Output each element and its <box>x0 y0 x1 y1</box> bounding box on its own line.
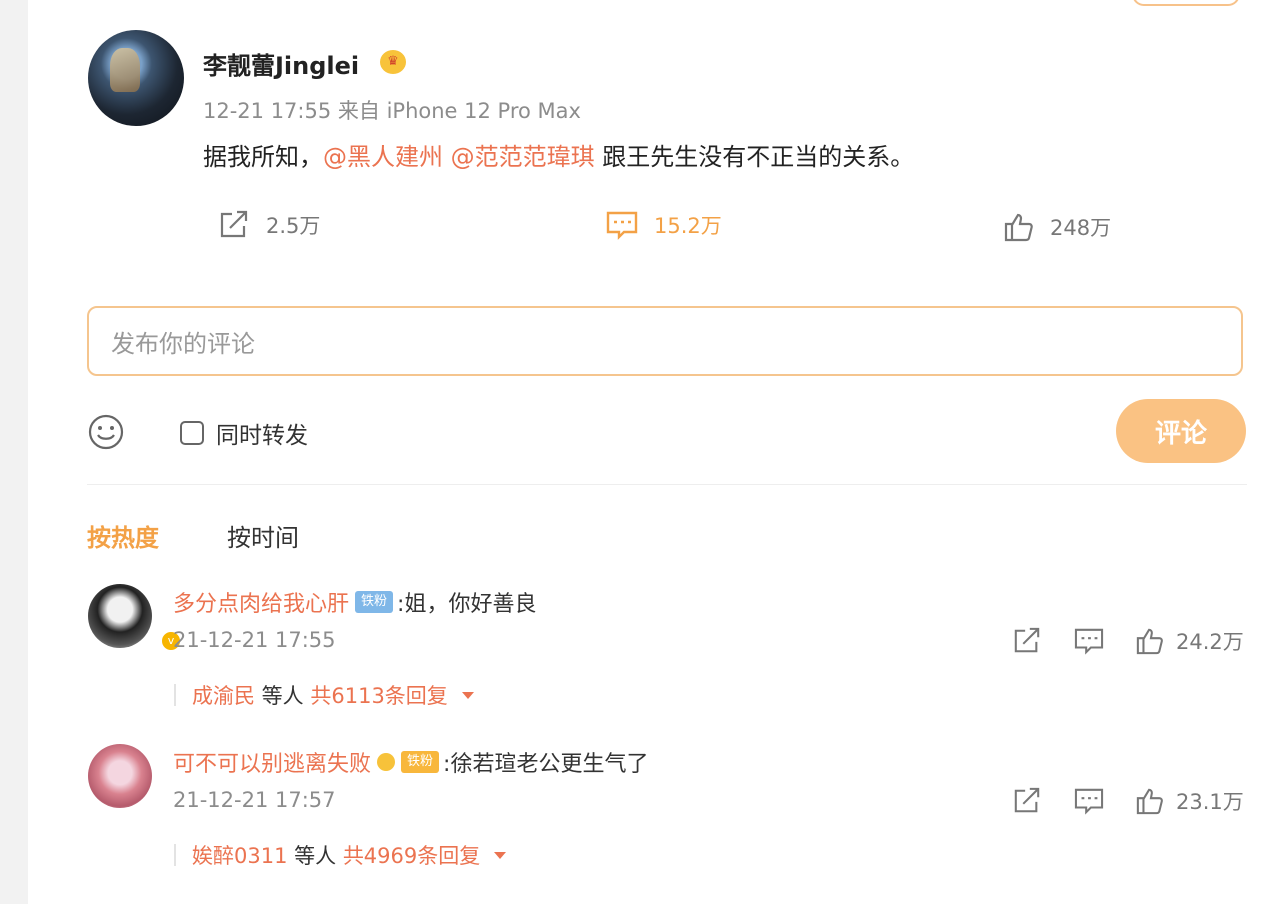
comment-time: 21-12-21 17:55 <box>173 628 336 652</box>
reply-total[interactable]: 共4969条回复 <box>343 840 480 870</box>
fan-badge: 铁粉 <box>401 751 440 773</box>
comment-share-button[interactable] <box>1012 787 1042 815</box>
mention-link[interactable]: @范范范瑋琪 <box>451 143 595 171</box>
reply-summary[interactable]: 成渝民 等人 共6113条回复 <box>174 680 474 710</box>
mention-link[interactable]: @黑人建州 <box>323 143 443 171</box>
tab-sort-hot[interactable]: 按热度 <box>87 518 159 553</box>
comment-icon <box>606 211 638 240</box>
reply-summary[interactable]: 娭醉0311 等人 共4969条回复 <box>174 840 507 870</box>
commenter-avatar[interactable] <box>88 584 152 648</box>
forward-checkbox[interactable] <box>180 421 204 445</box>
top-button-edge[interactable] <box>1132 0 1240 6</box>
comment-like-count: 24.2万 <box>1176 630 1244 654</box>
content-suffix: 跟王先生没有不正当的关系。 <box>602 143 915 171</box>
author-avatar[interactable] <box>88 30 184 126</box>
fan-badge: 铁粉 <box>355 591 394 613</box>
emoji-icon[interactable] <box>88 414 124 454</box>
share-action[interactable]: 2.5万 <box>218 210 320 240</box>
comment-actions: 24.2万 <box>1012 626 1244 656</box>
comment-count: 15.2万 <box>654 214 722 238</box>
comment-reply-button[interactable] <box>1074 627 1104 655</box>
chevron-down-icon[interactable] <box>494 851 507 859</box>
reply-user[interactable]: 成渝民 <box>192 680 255 710</box>
comment-actions: 23.1万 <box>1012 786 1244 816</box>
comment-header: 可不可以别逃离失败 铁粉 :徐若瑄老公更生气了 <box>173 746 648 778</box>
comment-placeholder: 发布你的评论 <box>111 329 255 358</box>
commenter-avatar[interactable] <box>88 744 152 808</box>
comment-header: 多分点肉给我心肝 铁粉 :姐，你好善良 <box>173 586 536 618</box>
comment-input[interactable]: 发布你的评论 <box>87 306 1243 376</box>
reply-mid: 等人 <box>255 684 311 708</box>
comment-time: 21-12-21 17:57 <box>173 788 336 812</box>
weibo-post-card: 李靓蕾Jinglei ♛ 12-21 17:55 来自 iPhone 12 Pr… <box>28 0 1280 904</box>
author-name[interactable]: 李靓蕾Jinglei <box>203 46 359 81</box>
comment-icon <box>1074 788 1104 815</box>
forward-label: 同时转发 <box>216 423 308 449</box>
comment-icon <box>1074 628 1104 655</box>
chevron-down-icon[interactable] <box>461 691 474 699</box>
comment-action[interactable]: 15.2万 <box>606 210 722 240</box>
crown-icon <box>377 753 396 771</box>
thumbs-up-icon <box>1004 213 1033 242</box>
share-icon <box>220 210 248 238</box>
thumbs-up-icon <box>1136 788 1163 815</box>
divider <box>87 484 1247 485</box>
commenter-name[interactable]: 可不可以别逃离失败 <box>173 746 371 778</box>
reply-user[interactable]: 娭醉0311 <box>192 840 287 870</box>
share-count: 2.5万 <box>266 214 321 238</box>
forward-option[interactable]: 同时转发 <box>180 416 308 450</box>
share-icon <box>1014 627 1040 653</box>
comment-text: :姐，你好善良 <box>397 592 537 617</box>
submit-comment-button[interactable]: 评论 <box>1116 399 1246 463</box>
comment-like-button[interactable]: 23.1万 <box>1136 786 1244 816</box>
comment-reply-button[interactable] <box>1074 787 1104 815</box>
reply-total[interactable]: 共6113条回复 <box>310 680 447 710</box>
comment-like-button[interactable]: 24.2万 <box>1136 626 1244 656</box>
comment-share-button[interactable] <box>1012 627 1042 655</box>
like-action[interactable]: 248万 <box>1004 212 1111 242</box>
comment-like-count: 23.1万 <box>1176 790 1244 814</box>
reply-bar <box>174 684 176 706</box>
like-count: 248万 <box>1050 216 1112 240</box>
reply-mid: 等人 <box>287 844 343 868</box>
thumbs-up-icon <box>1136 628 1163 655</box>
vip-crown-icon: ♛ <box>380 50 406 74</box>
content-prefix: 据我所知， <box>203 143 323 171</box>
post-meta: 12-21 17:55 来自 iPhone 12 Pro Max <box>203 99 581 123</box>
tab-sort-time[interactable]: 按时间 <box>227 518 299 553</box>
commenter-name[interactable]: 多分点肉给我心肝 <box>173 586 349 618</box>
reply-bar <box>174 844 176 866</box>
comment-text: :徐若瑄老公更生气了 <box>443 752 649 777</box>
post-content: 据我所知，@黑人建州 @范范范瑋琪 跟王先生没有不正当的关系。 <box>203 137 914 172</box>
share-icon <box>1014 787 1040 813</box>
